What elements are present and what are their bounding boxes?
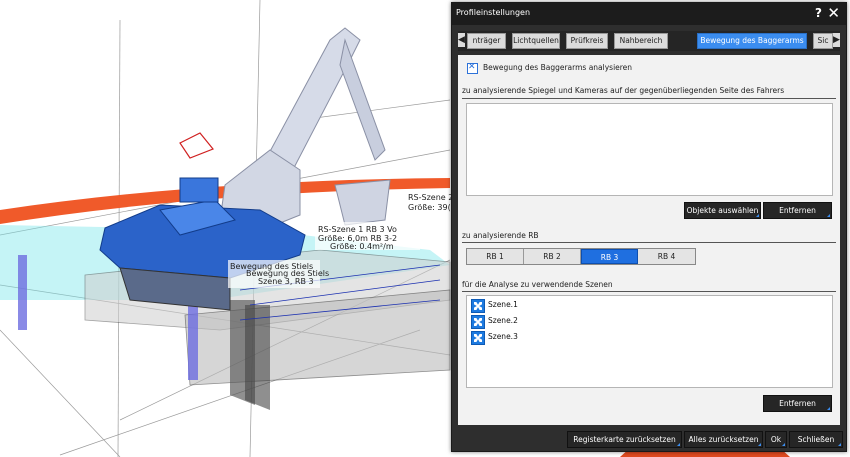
excavator-stick (339, 38, 386, 161)
profile-settings-dialog: Profileinstellungen ? ✕ ◀ nträger Lichtq… (451, 2, 847, 452)
rb-4-option[interactable]: RB 4 (638, 249, 695, 264)
tab-sicht[interactable]: Sic (813, 33, 833, 49)
mirrors-list[interactable] (466, 103, 833, 196)
camera-marker-icon (179, 132, 214, 159)
scene-name: Szene.3 (488, 332, 518, 341)
remove-scenes-button[interactable]: Entfernen (763, 395, 832, 412)
close-button[interactable]: Schließen (789, 431, 843, 448)
plane-2 (245, 305, 270, 410)
reset-tab-button[interactable]: Registerkarte zurücksetzen (567, 431, 682, 448)
scenes-section-label: für die Analyse zu verwendende Szenen (462, 280, 613, 289)
dialog-title: Profileinstellungen (456, 8, 531, 17)
scene-label-3: RS-Szene 1 RB 3 Vo (318, 225, 397, 234)
scene-name: Szene.2 (488, 316, 518, 325)
tab-pruefkreis[interactable]: Prüfkreis (566, 33, 608, 49)
dialog-footer: Registerkarte zurücksetzen Alles zurücks… (452, 427, 846, 451)
post-right (188, 300, 198, 380)
scene-label-8: Szene 3, RB 3 (258, 277, 314, 286)
scene-label-2: Größe: 39( (408, 203, 451, 212)
scenes-list[interactable]: Szene.1 Szene.2 Szene.3 (466, 295, 833, 388)
ok-button[interactable]: Ok (765, 431, 787, 448)
tab-scroll-right-icon[interactable]: ▶ (833, 33, 840, 47)
rb-2-option[interactable]: RB 2 (524, 249, 581, 264)
mirrors-section-label: zu analysierende Spiegel und Kameras auf… (462, 86, 785, 95)
tab-nahbereich[interactable]: Nahbereich (614, 33, 668, 49)
excavator-bucket (334, 179, 391, 226)
excavator-cabin (179, 177, 219, 203)
scene-label-5: Größe: 0.4m²/m (330, 242, 394, 251)
tab-bar: ◀ nträger Lichtquellen Prüfkreis Nahbere… (458, 31, 840, 51)
dialog-titlebar[interactable]: Profileinstellungen ? ✕ (452, 3, 846, 25)
close-icon[interactable]: ✕ (827, 4, 840, 22)
remove-mirrors-button[interactable]: Entfernen (763, 202, 832, 219)
tab-bewegung-des-baggerarms[interactable]: Bewegung des Baggerarms (697, 33, 807, 49)
rb-3-option[interactable]: RB 3 (581, 249, 638, 264)
post-left (18, 255, 27, 330)
help-icon[interactable]: ? (815, 6, 822, 20)
scene-icon (471, 331, 485, 345)
reset-all-button[interactable]: Alles zurücksetzen (684, 431, 763, 448)
analyze-arm-label: Bewegung des Baggerarms analysieren (483, 63, 633, 72)
scene-name: Szene.1 (488, 300, 518, 309)
rb-1-option[interactable]: RB 1 (467, 249, 524, 264)
tab-scroll-left-icon[interactable]: ◀ (458, 33, 465, 47)
scene-icon (471, 315, 485, 329)
rb-section-label: zu analysierende RB (462, 231, 539, 240)
divider (462, 291, 836, 292)
tab-fahrzeugtraeger[interactable]: nträger (467, 33, 506, 49)
tab-lichtquellen[interactable]: Lichtquellen (512, 33, 560, 49)
tab-panel: Bewegung des Baggerarms analysieren zu a… (458, 55, 840, 425)
rb-segmented-control: RB 1 RB 2 RB 3 RB 4 (466, 248, 696, 265)
divider (462, 242, 836, 243)
analyze-arm-checkbox[interactable] (467, 62, 478, 74)
divider (462, 98, 836, 99)
scene-icon (471, 299, 485, 313)
select-objects-button[interactable]: Objekte auswählen (684, 202, 761, 219)
scene-label-1: RS-Szene 2 (408, 193, 453, 202)
